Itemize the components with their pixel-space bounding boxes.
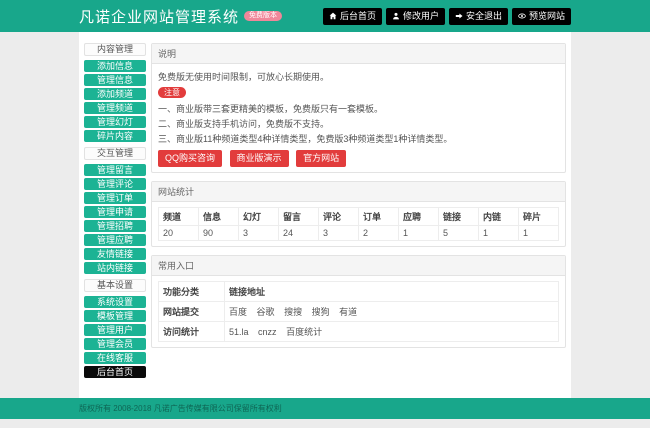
stats-value: 90: [199, 226, 239, 241]
nav-logout-button[interactable]: 安全退出: [449, 8, 508, 25]
stats-col-header: 应聘: [399, 208, 439, 226]
sidebar-item-online-service[interactable]: 在线客服: [84, 352, 146, 364]
notes-panel-title: 说明: [152, 44, 565, 64]
main-container: 内容管理 添加信息 管理信息 添加频道 管理频道 管理幻灯 碎片内容 交互管理 …: [79, 32, 571, 398]
sidebar-item-manage-orders[interactable]: 管理订单: [84, 192, 146, 204]
top-nav: 后台首页 修改用户 安全退出 预览网站: [319, 8, 571, 25]
page: 凡诺企业网站管理系统 免费版本 后台首页 修改用户 安全退出 预览网站: [0, 0, 650, 428]
common-entries-table: 功能分类 链接地址 网站提交 百度 谷歌 搜搜 搜狗 有道: [158, 281, 559, 342]
nav-button-label: 修改用户: [403, 12, 439, 21]
sidebar-item-manage-messages[interactable]: 管理留言: [84, 164, 146, 176]
stats-col-header: 评论: [319, 208, 359, 226]
sidebar-item-manage-candidates[interactable]: 管理应聘: [84, 234, 146, 246]
user-icon: [392, 12, 400, 20]
sidebar-item-template-mgmt[interactable]: 模板管理: [84, 310, 146, 322]
nav-preview-site-button[interactable]: 预览网站: [512, 8, 571, 25]
stats-value: 24: [279, 226, 319, 241]
home-icon: [329, 12, 337, 20]
nav-button-label: 预览网站: [529, 12, 565, 21]
stats-col-header: 订单: [359, 208, 399, 226]
note-item: 三、商业版11种频道类型4种详情类型，免费版3种频道类型1种详情类型。: [158, 132, 559, 145]
sidebar-item-manage-recruitment[interactable]: 管理招聘: [84, 220, 146, 232]
nav-button-label: 后台首页: [340, 12, 376, 21]
stats-value: 1: [479, 226, 519, 241]
sidebar-section-basic-settings: 基本设置: [84, 279, 146, 292]
stats-header-row: 频道 信息 幻灯 留言 评论 订单 应聘 链接 内链 碎片: [159, 208, 559, 226]
submit-link-google[interactable]: 谷歌: [257, 307, 275, 317]
stats-col-header: 信息: [199, 208, 239, 226]
app-title: 凡诺企业网站管理系统: [79, 6, 239, 27]
sidebar-item-internal-links[interactable]: 站内链接: [84, 262, 146, 274]
stats-col-header: 内链: [479, 208, 519, 226]
sidebar-item-add-info[interactable]: 添加信息: [84, 60, 146, 72]
site-stats-panel: 网站统计 频道 信息 幻灯 留言 评论 订单 应聘 链接 内链: [151, 181, 566, 247]
site-stats-table: 频道 信息 幻灯 留言 评论 订单 应聘 链接 内链 碎片 20: [158, 207, 559, 241]
entries-header-row: 功能分类 链接地址: [159, 282, 559, 302]
sidebar-item-backend-home[interactable]: 后台首页: [84, 366, 146, 378]
entries-row-label: 访问统计: [159, 322, 225, 342]
stats-value: 3: [319, 226, 359, 241]
stats-col-header: 链接: [439, 208, 479, 226]
copyright-text: 版权所有 2008-2018 凡诺广告传媒有限公司保留所有权利: [79, 403, 282, 414]
stats-col-header: 幻灯: [239, 208, 279, 226]
sidebar-item-fragment-content[interactable]: 碎片内容: [84, 130, 146, 142]
entries-row-visit-stats: 访问统计 51.la cnzz 百度统计: [159, 322, 559, 342]
sidebar-item-add-channel[interactable]: 添加频道: [84, 88, 146, 100]
note-item: 一、商业版带三套更精美的模板，免费版只有一套模板。: [158, 102, 559, 115]
notes-intro: 免费版无使用时间限制，可放心长期使用。: [158, 70, 559, 83]
nav-edit-user-button[interactable]: 修改用户: [386, 8, 445, 25]
sidebar-section-content-mgmt: 内容管理: [84, 43, 146, 56]
stats-col-header: 碎片: [519, 208, 559, 226]
stats-value: 3: [239, 226, 279, 241]
sidebar-item-manage-users[interactable]: 管理用户: [84, 324, 146, 336]
notice-badge: 注意: [158, 87, 186, 98]
submit-link-youdao[interactable]: 有道: [339, 307, 357, 317]
qq-purchase-consult-button[interactable]: QQ购买咨询: [158, 150, 222, 167]
site-stats-title: 网站统计: [152, 182, 565, 202]
entries-col-category: 功能分类: [159, 282, 225, 302]
sidebar-item-manage-members[interactable]: 管理会员: [84, 338, 146, 350]
stats-value: 2: [359, 226, 399, 241]
common-entries-title: 常用入口: [152, 256, 565, 276]
version-badge: 免费版本: [244, 11, 282, 21]
sidebar-section-interaction-mgmt: 交互管理: [84, 147, 146, 160]
sidebar-item-system-settings[interactable]: 系统设置: [84, 296, 146, 308]
notes-button-row: QQ购买咨询 商业版演示 官方网站: [158, 150, 559, 167]
stats-value: 1: [399, 226, 439, 241]
sidebar-item-friend-links[interactable]: 友情链接: [84, 248, 146, 260]
entries-col-address: 链接地址: [225, 282, 559, 302]
stats-col-header: 频道: [159, 208, 199, 226]
stats-value: 20: [159, 226, 199, 241]
nav-backend-home-button[interactable]: 后台首页: [323, 8, 382, 25]
entries-row-site-submit: 网站提交 百度 谷歌 搜搜 搜狗 有道: [159, 302, 559, 322]
eye-icon: [518, 12, 526, 20]
stats-link-baidu-tongji[interactable]: 百度统计: [286, 327, 322, 337]
sidebar-item-manage-slides[interactable]: 管理幻灯: [84, 116, 146, 128]
sidebar-item-manage-channel[interactable]: 管理频道: [84, 102, 146, 114]
stats-value: 5: [439, 226, 479, 241]
content-area: 说明 免费版无使用时间限制，可放心长期使用。 注意 一、商业版带三套更精美的模板…: [151, 38, 566, 392]
note-item: 二、商业版支持手机访问，免费版不支持。: [158, 117, 559, 130]
submit-link-soso[interactable]: 搜搜: [284, 307, 302, 317]
stats-col-header: 留言: [279, 208, 319, 226]
nav-button-label: 安全退出: [466, 12, 502, 21]
stats-value-row: 20 90 3 24 3 2 1 5 1 1: [159, 226, 559, 241]
logout-icon: [455, 12, 463, 20]
sidebar: 内容管理 添加信息 管理信息 添加频道 管理频道 管理幻灯 碎片内容 交互管理 …: [84, 38, 146, 392]
stats-value: 1: [519, 226, 559, 241]
submit-link-sogou[interactable]: 搜狗: [312, 307, 330, 317]
sidebar-item-manage-applications[interactable]: 管理申请: [84, 206, 146, 218]
stats-link-51la[interactable]: 51.la: [229, 327, 249, 337]
notes-panel: 说明 免费版无使用时间限制，可放心长期使用。 注意 一、商业版带三套更精美的模板…: [151, 43, 566, 173]
submit-link-baidu[interactable]: 百度: [229, 307, 247, 317]
sidebar-item-manage-info[interactable]: 管理信息: [84, 74, 146, 86]
common-entries-panel: 常用入口 功能分类 链接地址 网站提交 百度 谷歌 搜搜: [151, 255, 566, 348]
entries-row-label: 网站提交: [159, 302, 225, 322]
footer: 版权所有 2008-2018 凡诺广告传媒有限公司保留所有权利: [0, 398, 650, 419]
top-bar: 凡诺企业网站管理系统 免费版本 后台首页 修改用户 安全退出 预览网站: [0, 0, 650, 32]
sidebar-item-manage-comments[interactable]: 管理评论: [84, 178, 146, 190]
stats-link-cnzz[interactable]: cnzz: [258, 327, 277, 337]
official-site-button[interactable]: 官方网站: [296, 150, 346, 167]
commercial-demo-button[interactable]: 商业版演示: [230, 150, 289, 167]
